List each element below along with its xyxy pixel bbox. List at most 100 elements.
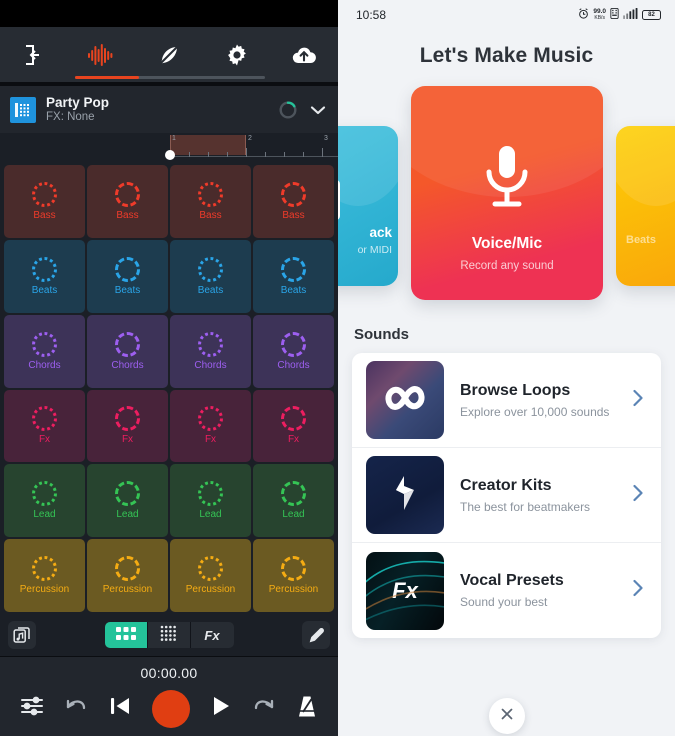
pad-percussion[interactable]: Percussion	[87, 539, 168, 612]
sounds-list: Browse Loops Explore over 10,000 sounds Cr…	[352, 353, 661, 638]
mode-segmented-control: Fx	[104, 622, 234, 648]
screenshot-root: Party Pop FX: None 1 2 3 Bass Bass Bass …	[0, 0, 675, 736]
pad-fx[interactable]: Fx	[87, 389, 168, 463]
close-x-icon	[500, 707, 514, 726]
timeline-ruler[interactable]: 1 2 3	[0, 133, 338, 163]
pad-fx[interactable]: Fx	[253, 389, 334, 463]
track-header[interactable]: Party Pop FX: None	[0, 86, 338, 133]
pad-percussion[interactable]: Percussion	[170, 539, 251, 612]
pad-bass[interactable]: Bass	[253, 165, 334, 238]
skip-to-start-icon[interactable]	[108, 695, 132, 722]
pad-label: Beats	[280, 284, 307, 296]
dot-grid-icon	[160, 625, 177, 645]
undo-icon[interactable]	[64, 695, 88, 722]
pad-fx[interactable]: Fx	[4, 389, 85, 463]
loading-spinner-icon[interactable]	[278, 100, 298, 120]
playhead-handle[interactable]	[165, 150, 175, 160]
pad-percussion[interactable]: Percussion	[253, 539, 334, 612]
pad-ring-icon	[281, 556, 306, 582]
pad-lead[interactable]: Lead	[170, 464, 251, 538]
pad-label: Percussion	[19, 584, 70, 596]
redo-icon[interactable]	[252, 695, 276, 722]
nav-active-indicator	[75, 76, 139, 79]
pad-label: Beats	[31, 284, 58, 296]
sound-list-item[interactable]: Creator Kits The best for beatmakers	[352, 448, 661, 543]
pad-beats[interactable]: Beats	[87, 239, 168, 313]
nav-item-exit[interactable]	[0, 27, 68, 82]
pad-ring-icon	[198, 181, 223, 207]
record-button[interactable]	[152, 689, 190, 728]
nav-item-settings[interactable]	[203, 27, 271, 82]
pad-ring-icon	[115, 556, 140, 582]
close-button[interactable]	[488, 698, 525, 734]
mode-segment-pads[interactable]	[104, 622, 148, 648]
pad-ring-icon	[115, 331, 140, 357]
pad-fx[interactable]: Fx	[170, 389, 251, 463]
phone-panel: 10:58 99.0 KB/s 82 Let's Make Music ack …	[338, 0, 675, 736]
transport-bar: 00:00.00	[0, 656, 338, 736]
pad-label: Lead	[33, 509, 56, 521]
status-time: 10:58	[356, 8, 387, 22]
pad-label: Chords	[277, 359, 310, 371]
pad-ring-icon	[32, 406, 57, 432]
pad-label: Fx	[121, 434, 134, 446]
pencil-icon[interactable]	[302, 621, 330, 649]
carousel-card-title: ack	[369, 225, 392, 240]
nav-item-feather[interactable]	[135, 27, 203, 82]
pad-ring-icon	[32, 181, 57, 207]
mode-segment-fx[interactable]: Fx	[191, 622, 234, 648]
pad-ring-icon	[198, 481, 223, 507]
mode-segment-keys[interactable]	[148, 622, 191, 648]
sound-list-item[interactable]: Fx Vocal Presets Sound your best	[352, 543, 661, 638]
library-music-icon[interactable]	[8, 621, 36, 649]
sound-text: Vocal Presets Sound your best	[444, 572, 631, 609]
sliders-icon[interactable]	[20, 695, 44, 722]
pad-bass[interactable]: Bass	[87, 165, 168, 238]
sound-list-item[interactable]: Browse Loops Explore over 10,000 sounds	[352, 353, 661, 448]
pad-lead[interactable]: Lead	[87, 464, 168, 538]
pad-ring-icon	[281, 406, 306, 432]
chevron-down-icon[interactable]	[308, 100, 328, 120]
sound-subtitle: The best for beatmakers	[460, 499, 591, 514]
pad-beats[interactable]: Beats	[4, 239, 85, 313]
pad-label: Fx	[204, 434, 217, 446]
pad-label: Chords	[28, 359, 61, 371]
pad-beats[interactable]: Beats	[253, 239, 334, 313]
pad-ring-icon	[198, 331, 223, 357]
nav-item-waveform[interactable]	[68, 27, 136, 82]
waveform-icon	[88, 43, 114, 67]
pad-chords[interactable]: Chords	[4, 314, 85, 388]
pad-chords[interactable]: Chords	[87, 314, 168, 388]
sound-title: Browse Loops	[460, 381, 571, 399]
nav-progress-track	[75, 76, 265, 79]
exit-icon	[22, 43, 46, 67]
carousel-card-voice-mic[interactable]: Voice/Mic Record any sound	[411, 86, 603, 300]
pad-ring-icon	[198, 256, 223, 282]
status-icons: 99.0 KB/s 82	[578, 6, 661, 24]
pad-lead[interactable]: Lead	[4, 464, 85, 538]
light-streaks	[366, 552, 444, 630]
track-fx-label: FX: None	[46, 111, 95, 124]
pad-chords[interactable]: Chords	[170, 314, 251, 388]
pad-lead[interactable]: Lead	[253, 464, 334, 538]
pad-bass[interactable]: Bass	[4, 165, 85, 238]
carousel-card-track[interactable]: ack or MIDI	[338, 126, 398, 286]
carousel-card-subtitle: or MIDI	[357, 244, 392, 256]
pad-label: Bass	[282, 209, 305, 221]
ruler-baseline	[170, 156, 338, 157]
nav-item-upload[interactable]	[270, 27, 338, 82]
page-title: Let's Make Music	[419, 44, 594, 67]
cloud-upload-icon	[291, 44, 317, 66]
play-icon[interactable]	[210, 695, 232, 722]
track-info: Party Pop FX: None	[46, 95, 268, 125]
pad-beats[interactable]: Beats	[170, 239, 251, 313]
guitar-amp-icon	[338, 178, 344, 227]
pad-label: Chords	[194, 359, 227, 371]
pad-ring-icon	[281, 181, 306, 207]
pad-bass[interactable]: Bass	[170, 165, 251, 238]
ruler-mark: 1	[172, 135, 176, 142]
carousel-card-beats[interactable]: Beats	[616, 126, 675, 286]
pad-chords[interactable]: Chords	[253, 314, 334, 388]
pad-percussion[interactable]: Percussion	[4, 539, 85, 612]
metronome-icon[interactable]	[296, 695, 318, 723]
